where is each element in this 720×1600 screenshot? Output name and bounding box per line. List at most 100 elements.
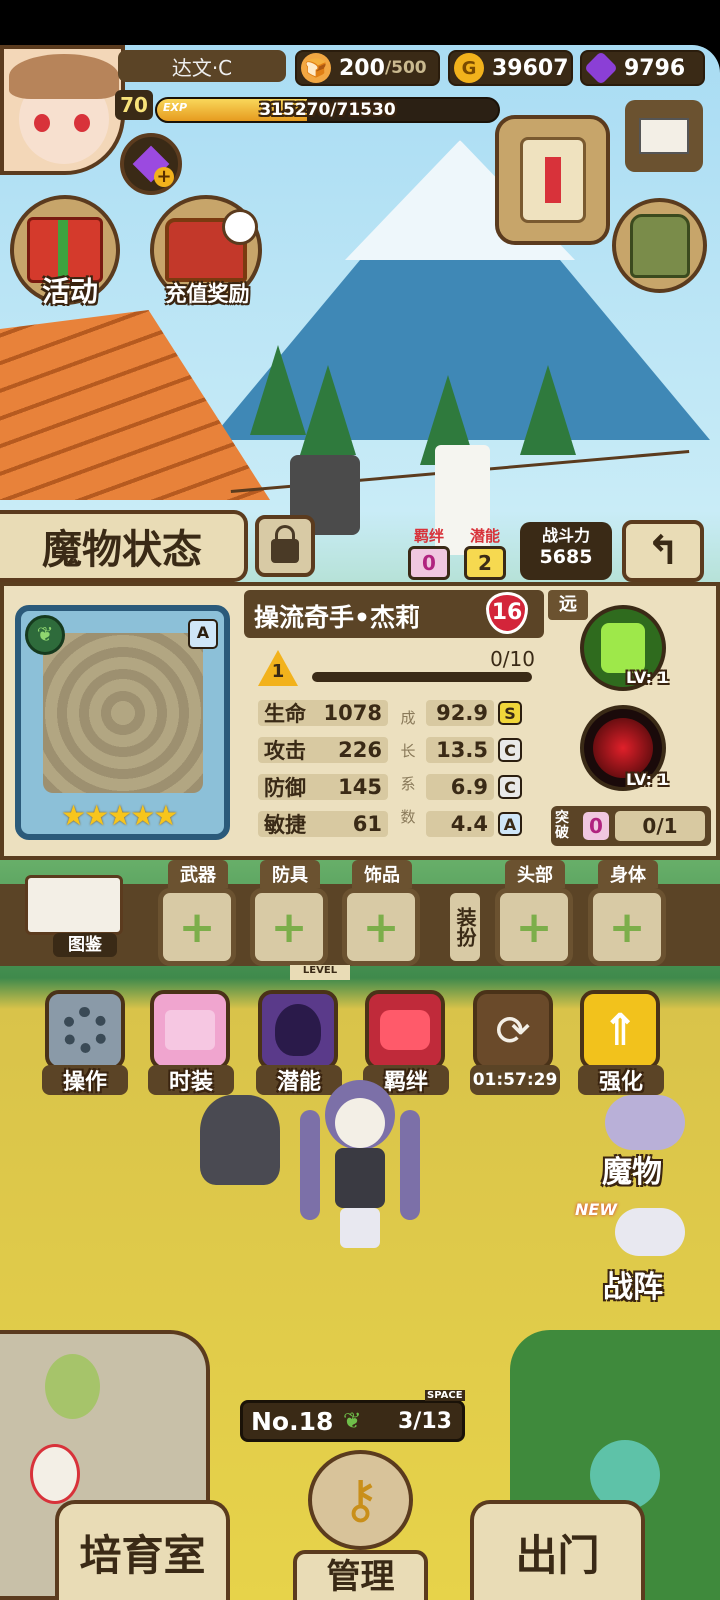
companion-character [200, 1095, 280, 1185]
space-value: 3/13 [398, 1409, 452, 1434]
lock-icon [271, 525, 299, 563]
gold-value: 39607 [492, 55, 569, 81]
player-avatar[interactable] [0, 45, 125, 175]
event-label: 活动 [41, 275, 98, 308]
monster-number: No.18 [251, 1407, 334, 1436]
heart-gems-icon [380, 1010, 430, 1050]
monster-character [290, 1080, 430, 1250]
exit-button[interactable]: 出门 [470, 1500, 645, 1600]
stat-grade-badge: S [498, 701, 522, 725]
monster-level-badge: 16 [486, 592, 528, 634]
monster-list-button[interactable]: 魔物 [580, 1095, 705, 1190]
bond-counter: 羁绊 0 [405, 525, 453, 580]
fashion-button[interactable] [150, 990, 230, 1070]
breakthrough-label: 突破 [555, 810, 569, 841]
potential-label: 潜能 [469, 527, 500, 545]
gem-counter[interactable]: 9796 [580, 50, 705, 86]
lock-button[interactable] [255, 515, 315, 577]
head-slot[interactable]: + [495, 888, 573, 966]
stat-label: 攻击 [264, 739, 306, 763]
rank-progress-text: 0/10 [490, 647, 535, 671]
range-tag: 远 [548, 590, 588, 620]
exp-bar: EXP 315270/71530 [155, 97, 500, 123]
breakthrough-row[interactable]: 突破 0 0/1 [551, 806, 711, 846]
skill-2-icon [593, 718, 653, 778]
monster-portrait-frame[interactable]: ❦ A ★★★★★ [15, 605, 230, 840]
stat-row: 敏捷 61 4.4 A [258, 809, 522, 839]
backpack-icon [629, 213, 690, 278]
envelope-icon [639, 118, 689, 154]
gem-value: 9796 [624, 55, 686, 81]
stat-grade-badge: A [498, 812, 522, 836]
gear-icon [62, 1007, 108, 1053]
back-button[interactable]: ↰ [622, 520, 704, 582]
swap-timer: 01:57:29 [470, 1065, 560, 1095]
keys-icon: ⚷ [308, 1450, 413, 1550]
formation-label: 战阵 [603, 1270, 663, 1305]
tree [300, 365, 356, 455]
monster-list-label: 魔物 [602, 1155, 662, 1190]
up-arrows-icon: ⇑ [601, 1004, 639, 1056]
breakthrough-progress: 0/1 [615, 811, 705, 841]
stamina-current: 200 [339, 55, 385, 81]
stat-row: 防御 145 6.9 C [258, 772, 522, 802]
armor-slot[interactable]: + [250, 888, 328, 966]
costume-label: 装扮 [450, 893, 480, 961]
stat-growth: 13.5 [436, 738, 488, 762]
back-arrow-icon: ↰ [646, 528, 680, 574]
skill-1-level: LV: 1 [626, 668, 669, 687]
rank-progress-bar [312, 672, 532, 682]
book-icon [25, 875, 123, 935]
fashion-label: 时装 [148, 1065, 234, 1095]
refresh-arrows-icon: ⟳ [495, 1005, 531, 1055]
body-slot[interactable]: + [588, 888, 666, 966]
weapon-slot[interactable]: + [158, 888, 236, 966]
space-label: SPACE [425, 1390, 465, 1401]
clock-icon [222, 209, 258, 245]
skill-2-level: LV: 1 [626, 770, 669, 789]
stat-row: 生命 1078 92.9 S [258, 698, 522, 728]
stat-value: 145 [338, 775, 382, 799]
potential-counter: 潜能 2 [460, 525, 510, 580]
battle-power-value: 5685 [539, 546, 593, 568]
potential-button[interactable] [258, 990, 338, 1070]
player-level: 70 [115, 90, 153, 120]
body-slot-label: 身体 [598, 860, 658, 888]
stamina-counter[interactable]: 🍞 200 /500 [295, 50, 440, 86]
bread-icon: 🍞 [301, 53, 331, 83]
nursery-button[interactable]: 培育室 [55, 1500, 230, 1600]
armor-slot-label: 防具 [260, 860, 320, 888]
potential-value: 2 [464, 546, 506, 580]
enhance-label: 强化 [578, 1065, 664, 1095]
manage-label: 管理 [293, 1550, 428, 1600]
swap-button[interactable]: ⟳ [473, 990, 553, 1070]
screen-title: 魔物状态 [0, 510, 248, 582]
enhance-button[interactable]: ⇑ [580, 990, 660, 1070]
bond-button[interactable] [365, 990, 445, 1070]
stat-grade-badge: C [498, 738, 522, 762]
skill-1-icon [601, 623, 645, 673]
battle-power: 战斗力 5685 [520, 522, 612, 580]
stat-row: 攻击 226 13.5 C [258, 735, 522, 765]
codex-button[interactable]: 图鉴 [25, 875, 135, 957]
stat-value: 226 [338, 738, 382, 762]
gold-counter[interactable]: G 39607 [448, 50, 573, 86]
monster-portrait [43, 633, 203, 793]
level-sign: LEVEL [290, 965, 350, 980]
operate-button[interactable] [45, 990, 125, 1070]
stat-growth: 6.9 [450, 775, 488, 799]
buy-gems-button[interactable]: + [120, 133, 182, 195]
battle-power-label: 战斗力 [541, 526, 590, 545]
quest-button[interactable] [495, 115, 610, 245]
gem-icon [584, 51, 618, 85]
head-slot-label: 头部 [505, 860, 565, 888]
clothes-icon [165, 1010, 215, 1050]
player-name: 达文·C [118, 50, 286, 82]
manage-button[interactable]: ⚷ 管理 [293, 1450, 428, 1600]
accessory-slot[interactable]: + [342, 888, 420, 966]
backpack-button[interactable] [612, 198, 707, 293]
formation-button[interactable]: NEW 战阵 [575, 1200, 705, 1308]
mail-button[interactable] [625, 100, 703, 172]
stat-label: 防御 [264, 776, 306, 800]
gold-coin-icon: G [454, 53, 484, 83]
